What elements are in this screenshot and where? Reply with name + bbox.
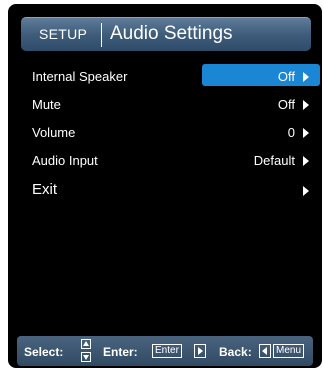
arrow-right-icon	[303, 72, 309, 82]
arrow-right-icon	[303, 128, 309, 138]
menu-item-value: 0	[287, 125, 295, 140]
menu-item-label: Mute	[32, 97, 61, 112]
up-down-keys-icon	[81, 339, 93, 364]
up-arrow-icon	[81, 339, 91, 349]
select-label: Select:	[24, 345, 64, 359]
osd-menu-panel: SETUP Audio Settings Internal Speaker Of…	[8, 4, 322, 368]
menu-item-label: Volume	[32, 125, 76, 140]
menu-item-internal-speaker[interactable]: Internal Speaker Off	[32, 64, 320, 87]
menu-item-value: Off	[277, 69, 295, 84]
arrow-right-icon	[303, 100, 309, 110]
menu-key: Menu	[273, 344, 305, 358]
right-arrow-key-icon	[194, 344, 206, 358]
enter-label: Enter:	[103, 345, 138, 359]
menu-item-volume[interactable]: Volume 0	[32, 123, 312, 143]
title-bar: SETUP Audio Settings	[21, 17, 311, 51]
section-label: SETUP	[39, 26, 88, 42]
back-label: Back:	[219, 345, 252, 359]
menu-item-exit[interactable]: Exit	[32, 181, 312, 201]
down-arrow-icon	[81, 352, 91, 362]
enter-key: Enter	[152, 344, 182, 358]
menu-item-value: Default	[253, 153, 295, 168]
arrow-right-icon	[303, 186, 309, 196]
menu-item-label: Exit	[32, 181, 58, 198]
menu-item-audio-input[interactable]: Audio Input Default	[32, 151, 312, 171]
help-footer: Select: Enter: Enter Back: Menu	[17, 336, 313, 366]
page-title: Audio Settings	[110, 23, 233, 44]
arrow-right-icon	[303, 156, 309, 166]
menu-item-value: Off	[277, 97, 295, 112]
title-divider	[101, 23, 102, 47]
menu-item-label: Internal Speaker	[32, 69, 128, 84]
left-arrow-key-icon	[259, 344, 271, 358]
menu-item-mute[interactable]: Mute Off	[32, 95, 312, 115]
menu-item-label: Audio Input	[32, 153, 98, 168]
